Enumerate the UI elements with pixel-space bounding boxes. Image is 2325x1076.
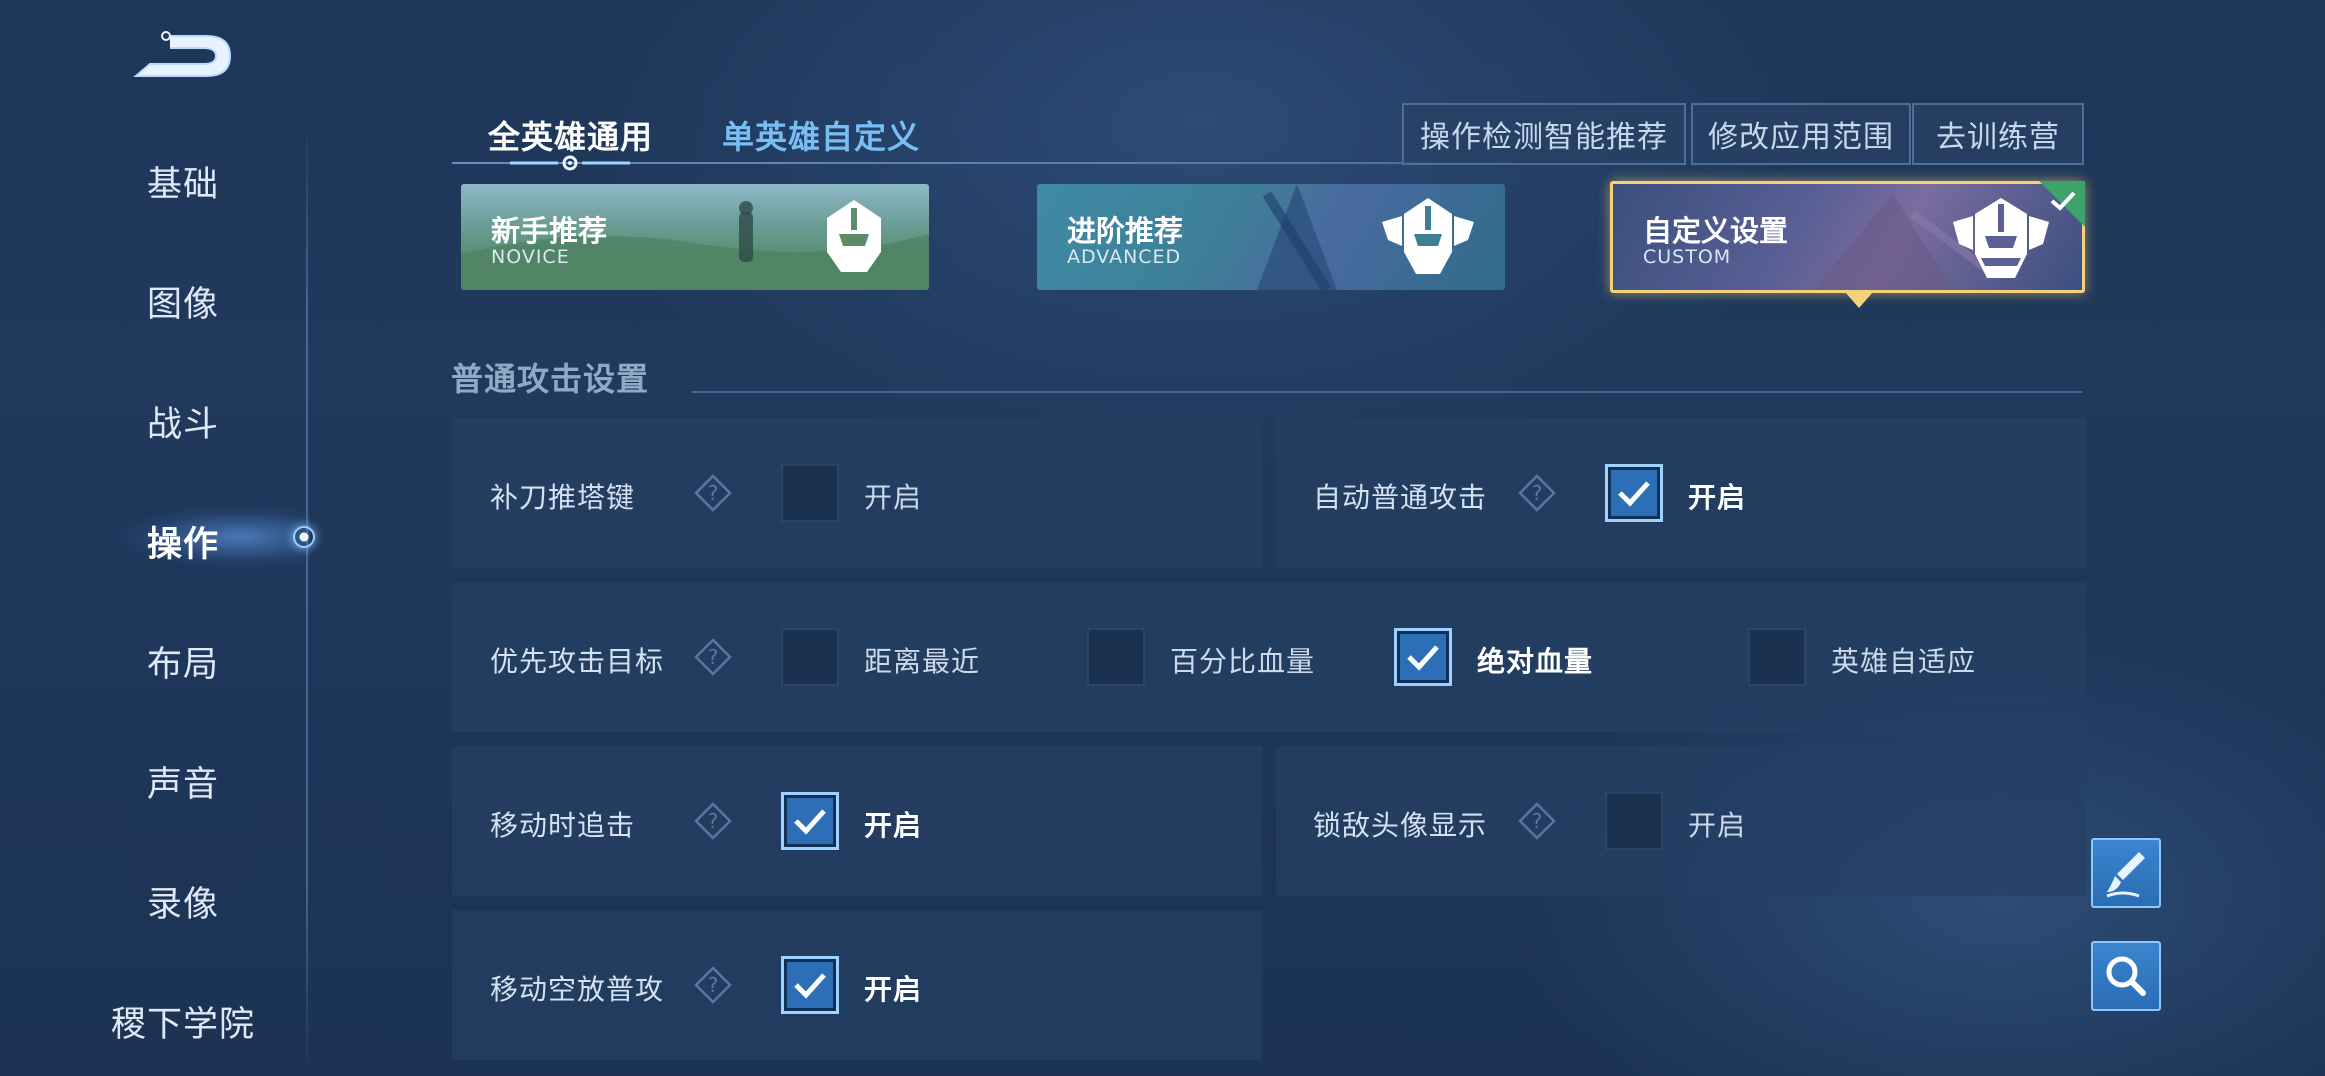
- preset-advanced-subtitle: ADVANCED: [1067, 246, 1182, 268]
- preset-novice-subtitle: NOVICE: [491, 246, 570, 268]
- smart-recommend-button[interactable]: 操作检测智能推荐: [1402, 103, 1686, 165]
- sidebar-item-controls[interactable]: 操作: [0, 516, 366, 567]
- preset-novice-title: 新手推荐: [491, 214, 608, 248]
- checkbox-nearest[interactable]: [781, 628, 839, 686]
- tab-single-hero[interactable]: 单英雄自定义: [722, 112, 920, 158]
- setting-label: 锁敌头像显示: [1313, 809, 1488, 842]
- option-label: 开启: [864, 481, 923, 514]
- check-icon: [794, 809, 826, 835]
- setting-label: 移动空放普攻: [490, 973, 665, 1006]
- svg-text:?: ?: [1532, 809, 1543, 833]
- back-arrow-icon: [133, 31, 232, 77]
- option-label: 英雄自适应: [1831, 645, 1977, 678]
- preset-custom[interactable]: 自定义设置 CUSTOM: [1610, 181, 2085, 308]
- question-diamond-icon[interactable]: ?: [694, 474, 732, 512]
- option-label: 绝对血量: [1477, 645, 1594, 678]
- sidebar-item-graphics[interactable]: 图像: [0, 276, 366, 327]
- option-label: 开启: [1688, 481, 1747, 514]
- check-icon: [1618, 481, 1650, 507]
- training-camp-button[interactable]: 去训练营: [1912, 103, 2084, 165]
- brush-button[interactable]: [2091, 838, 2161, 908]
- checkbox-auto-attack[interactable]: [1605, 464, 1663, 522]
- preset-advanced-title: 进阶推荐: [1067, 214, 1184, 248]
- preset-novice[interactable]: 新手推荐 NOVICE: [461, 184, 929, 290]
- checkbox-hero-adaptive[interactable]: [1748, 628, 1806, 686]
- check-icon: [2050, 191, 2076, 211]
- sidebar-item-layout[interactable]: 布局: [0, 636, 366, 687]
- check-icon: [1407, 645, 1439, 671]
- tab-active-marker-icon: [510, 155, 630, 171]
- brush-icon: [2106, 852, 2145, 898]
- svg-text:?: ?: [708, 481, 719, 505]
- option-label: 开启: [864, 973, 923, 1006]
- question-diamond-icon[interactable]: ?: [1518, 802, 1556, 840]
- sidebar-item-basic[interactable]: 基础: [0, 156, 366, 207]
- preset-advanced[interactable]: 进阶推荐 ADVANCED: [1037, 184, 1505, 290]
- search-icon: [2106, 956, 2146, 996]
- option-label: 开启: [864, 809, 923, 842]
- sidebar-item-replay[interactable]: 录像: [0, 876, 366, 927]
- question-diamond-icon[interactable]: ?: [694, 802, 732, 840]
- checkbox-chase-on-move[interactable]: [781, 792, 839, 850]
- preset-custom-title: 自定义设置: [1643, 214, 1789, 248]
- sidebar-item-academy[interactable]: 稷下学院: [0, 996, 366, 1047]
- preset-custom-subtitle: CUSTOM: [1643, 246, 1732, 268]
- checkbox-move-release-attack[interactable]: [781, 956, 839, 1014]
- option-label: 距离最近: [864, 645, 981, 678]
- helmet-icon: [1382, 198, 1474, 274]
- sidebar: 基础 图像 战斗 操作 布局 声音 录像 稷下学院: [0, 120, 310, 1076]
- question-diamond-icon[interactable]: ?: [1518, 474, 1556, 512]
- section-title: 普通攻击设置: [451, 360, 650, 398]
- selected-pointer: [1845, 292, 1873, 308]
- helmet-icon: [827, 200, 881, 272]
- checkbox-absolute-hp[interactable]: [1394, 628, 1452, 686]
- modify-scope-button[interactable]: 修改应用范围: [1691, 103, 1911, 165]
- svg-text:?: ?: [708, 973, 719, 997]
- svg-text:?: ?: [708, 645, 719, 669]
- svg-text:?: ?: [1532, 481, 1543, 505]
- checkbox-lock-portrait[interactable]: [1605, 792, 1663, 850]
- option-label: 百分比血量: [1170, 645, 1316, 678]
- sidebar-item-sound[interactable]: 声音: [0, 756, 366, 807]
- setting-label: 补刀推塔键: [490, 481, 636, 514]
- option-label: 开启: [1688, 809, 1747, 842]
- setting-label: 优先攻击目标: [490, 645, 665, 678]
- setting-label: 移动时追击: [490, 809, 636, 842]
- question-diamond-icon[interactable]: ?: [694, 638, 732, 676]
- back-button[interactable]: [130, 28, 236, 84]
- check-icon: [794, 973, 826, 999]
- question-diamond-icon[interactable]: ?: [694, 966, 732, 1004]
- section-divider: [692, 391, 2082, 393]
- sidebar-item-combat[interactable]: 战斗: [0, 396, 366, 447]
- checkbox-last-hit[interactable]: [781, 464, 839, 522]
- svg-text:?: ?: [708, 809, 719, 833]
- setting-label: 自动普通攻击: [1313, 481, 1488, 514]
- search-button[interactable]: [2091, 941, 2161, 1011]
- checkbox-percent-hp[interactable]: [1087, 628, 1145, 686]
